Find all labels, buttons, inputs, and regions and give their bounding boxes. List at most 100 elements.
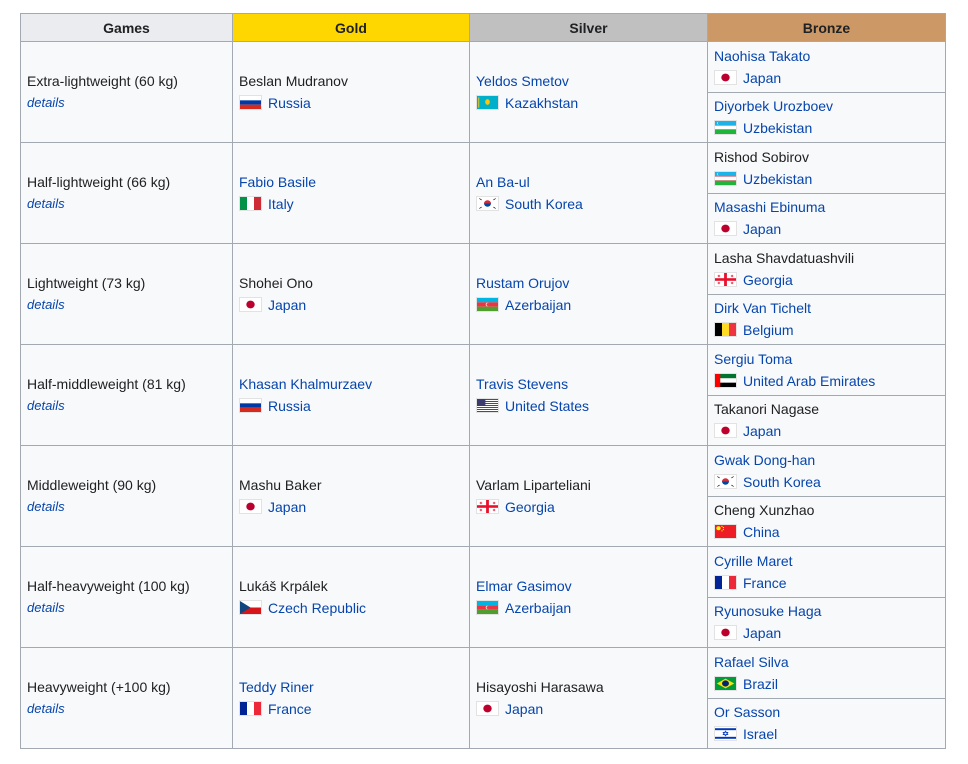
silver-athlete-line: Elmar Gasimov bbox=[476, 575, 701, 597]
bronze-athlete-name[interactable]: Sergiu Toma bbox=[714, 351, 792, 367]
bronze-country-line: Brazil bbox=[714, 673, 939, 695]
silver-country-link[interactable]: Azerbaijan bbox=[505, 297, 571, 313]
medal-table: Games Gold Silver Bronze Extra-lightweig… bbox=[20, 13, 946, 749]
bronze-cell: Cyrille Maret France bbox=[707, 546, 946, 598]
gold-cell: Teddy Riner France bbox=[232, 647, 470, 749]
bronze-country-line: Japan bbox=[714, 218, 939, 240]
silver-country-link[interactable]: Japan bbox=[505, 701, 543, 717]
gold-country-link[interactable]: Italy bbox=[268, 196, 294, 212]
details-link[interactable]: details bbox=[27, 193, 226, 215]
bronze-country-link[interactable]: Japan bbox=[743, 70, 781, 86]
bronze-country-line: Uzbekistan bbox=[714, 117, 939, 139]
details-link[interactable]: details bbox=[27, 294, 226, 316]
bronze-athlete-line: Diyorbek Urozboev bbox=[714, 95, 939, 117]
gold-athlete-line: Mashu Baker bbox=[239, 474, 463, 496]
event-cell: Heavyweight (+100 kg) details bbox=[20, 647, 233, 749]
china-flag-icon bbox=[714, 524, 737, 540]
details-link[interactable]: details bbox=[27, 92, 226, 114]
bronze-cell: Diyorbek Urozboev Uzbekistan bbox=[707, 91, 946, 143]
bronze-athlete-name[interactable]: Naohisa Takato bbox=[714, 48, 810, 64]
bronze-country-link[interactable]: Belgium bbox=[743, 322, 794, 338]
bronze-athlete-name[interactable]: Dirk Van Tichelt bbox=[714, 300, 811, 316]
silver-cell: Varlam Liparteliani Georgia bbox=[469, 445, 708, 547]
azerbaijan-flag-icon bbox=[476, 297, 499, 312]
silver-country-link[interactable]: South Korea bbox=[505, 196, 583, 212]
uzbekistan-flag-icon bbox=[714, 120, 737, 136]
bronze-country-link[interactable]: United Arab Emirates bbox=[743, 373, 875, 389]
silver-athlete-name: Varlam Liparteliani bbox=[476, 477, 591, 493]
silver-athlete-name[interactable]: Elmar Gasimov bbox=[476, 578, 572, 594]
japan-flag-icon bbox=[476, 701, 499, 716]
gold-cell: Mashu Baker Japan bbox=[232, 445, 470, 547]
bronze-country-line: China bbox=[714, 521, 939, 543]
gold-athlete-line: Shohei Ono bbox=[239, 272, 463, 294]
gold-athlete-name: Lukáš Krpálek bbox=[239, 578, 328, 594]
bronze-athlete-name: Lasha Shavdatuashvili bbox=[714, 249, 855, 266]
uae-flag-icon bbox=[714, 372, 737, 388]
bronze-athlete-name[interactable]: Rafael Silva bbox=[714, 654, 789, 670]
gold-country-line: Czech Republic bbox=[239, 597, 463, 619]
bronze-athlete-name[interactable]: Or Sasson bbox=[714, 704, 780, 720]
gold-athlete-name[interactable]: Teddy Riner bbox=[239, 679, 314, 695]
bronze-country-link[interactable]: Japan bbox=[743, 625, 781, 641]
silver-athlete-name[interactable]: Rustam Orujov bbox=[476, 275, 569, 291]
event-name: Half-heavyweight (100 kg) bbox=[27, 578, 190, 594]
gold-athlete-name[interactable]: Khasan Khalmurzaev bbox=[239, 376, 372, 392]
bronze-athlete-name[interactable]: Gwak Dong-han bbox=[714, 452, 815, 468]
silver-athlete-name[interactable]: Travis Stevens bbox=[476, 376, 568, 392]
bronze-athlete-name[interactable]: Masashi Ebinuma bbox=[714, 199, 825, 215]
gold-country-link[interactable]: Russia bbox=[268, 95, 311, 111]
silver-country-link[interactable]: United States bbox=[505, 398, 589, 414]
bronze-country-link[interactable]: Uzbekistan bbox=[743, 171, 812, 187]
gold-country-link[interactable]: France bbox=[268, 701, 312, 717]
bronze-cell: Ryunosuke Haga Japan bbox=[707, 596, 946, 648]
silver-cell: Elmar Gasimov Azerbaijan bbox=[469, 546, 708, 648]
details-link[interactable]: details bbox=[27, 395, 226, 417]
event-name: Heavyweight (+100 kg) bbox=[27, 679, 171, 695]
georgia-flag-icon bbox=[714, 271, 737, 287]
japan-flag-icon bbox=[714, 625, 737, 641]
gold-athlete-line: Fabio Basile bbox=[239, 171, 463, 193]
bronze-cell: Rishod Sobirov Uzbekistan bbox=[707, 142, 946, 194]
bronze-country-link[interactable]: Georgia bbox=[743, 272, 793, 288]
bronze-athlete-name[interactable]: Ryunosuke Haga bbox=[714, 603, 821, 619]
gold-athlete-name[interactable]: Fabio Basile bbox=[239, 174, 316, 190]
details-link[interactable]: details bbox=[27, 496, 226, 518]
bronze-athlete-name[interactable]: Diyorbek Urozboev bbox=[714, 98, 833, 114]
silver-athlete-name[interactable]: Yeldos Smetov bbox=[476, 73, 569, 89]
bronze-country-link[interactable]: Japan bbox=[743, 221, 781, 237]
silver-athlete-name[interactable]: An Ba-ul bbox=[476, 174, 530, 190]
italy-flag-icon bbox=[239, 196, 262, 211]
event-cell: Half-middleweight (81 kg) details bbox=[20, 344, 233, 446]
silver-country-link[interactable]: Georgia bbox=[505, 499, 555, 515]
silver-country-link[interactable]: Azerbaijan bbox=[505, 600, 571, 616]
header-bronze: Bronze bbox=[707, 13, 946, 42]
details-link[interactable]: details bbox=[27, 698, 226, 720]
bronze-country-link[interactable]: South Korea bbox=[743, 474, 821, 490]
bronze-cell: Takanori Nagase Japan bbox=[707, 394, 946, 446]
gold-cell: Khasan Khalmurzaev Russia bbox=[232, 344, 470, 446]
silver-athlete-line: Hisayoshi Harasawa bbox=[476, 676, 701, 698]
gold-country-link[interactable]: Russia bbox=[268, 398, 311, 414]
silver-country-link[interactable]: Kazakhstan bbox=[505, 95, 578, 111]
event-row: Heavyweight (+100 kg) details Teddy Riner F… bbox=[20, 647, 946, 749]
bronze-country-link[interactable]: Uzbekistan bbox=[743, 120, 812, 136]
gold-country-link[interactable]: Japan bbox=[268, 297, 306, 313]
event-cell: Extra-lightweight (60 kg) details bbox=[20, 41, 233, 143]
silver-country-line: Azerbaijan bbox=[476, 294, 701, 316]
gold-country-link[interactable]: Czech Republic bbox=[268, 600, 366, 616]
details-link[interactable]: details bbox=[27, 597, 226, 619]
silver-country-line: South Korea bbox=[476, 193, 701, 215]
bronze-country-link[interactable]: Japan bbox=[743, 423, 781, 439]
bronze-country-link[interactable]: France bbox=[743, 575, 787, 591]
gold-country-link[interactable]: Japan bbox=[268, 499, 306, 515]
gold-athlete-name: Shohei Ono bbox=[239, 275, 313, 291]
bronze-athlete-name[interactable]: Cyrille Maret bbox=[714, 553, 793, 569]
silver-athlete-line: Rustam Orujov bbox=[476, 272, 701, 294]
bronze-country-link[interactable]: China bbox=[743, 524, 780, 540]
bronze-athlete-line: Rishod Sobirov bbox=[714, 146, 939, 168]
bronze-country-link[interactable]: Brazil bbox=[743, 676, 778, 692]
bronze-country-link[interactable]: Israel bbox=[743, 726, 777, 742]
georgia-flag-icon bbox=[476, 499, 499, 514]
gold-athlete-line: Teddy Riner bbox=[239, 676, 463, 698]
